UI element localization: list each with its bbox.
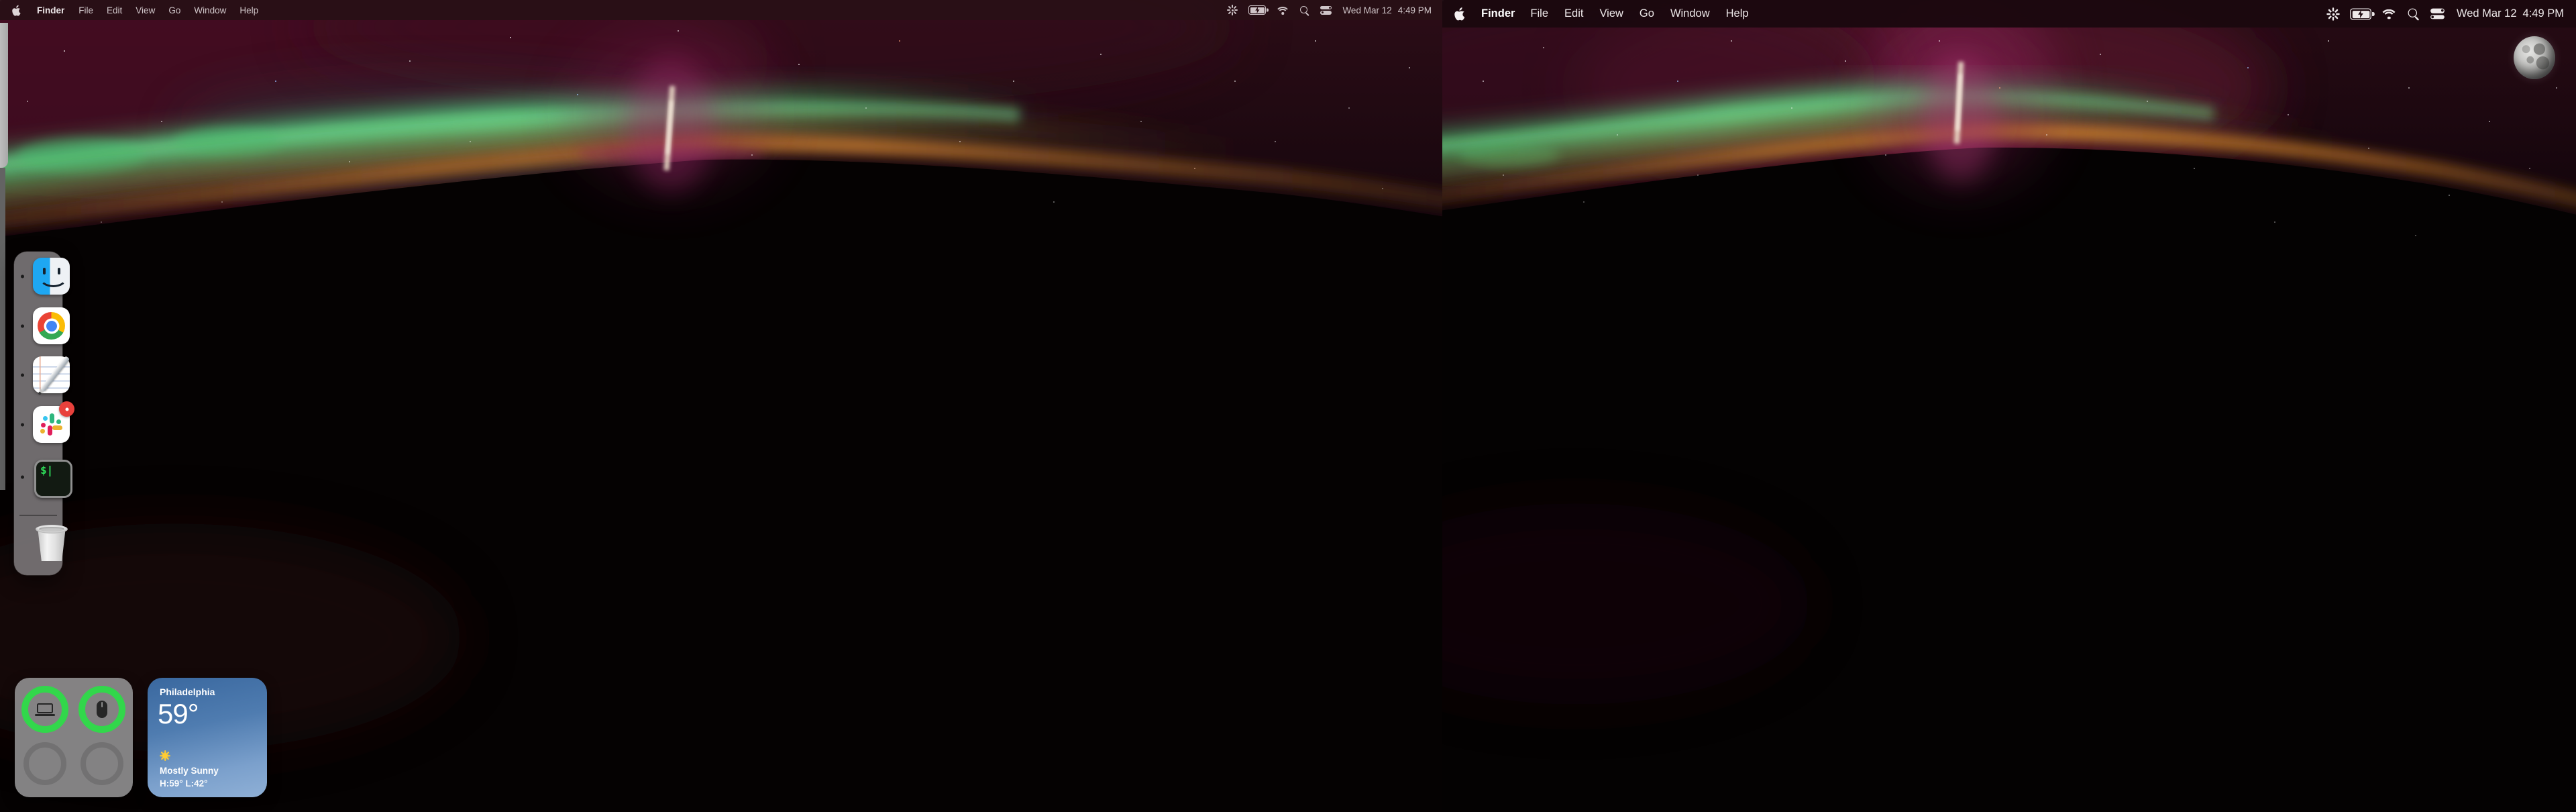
menu-item-file[interactable]: File bbox=[72, 5, 100, 15]
control-center-icon[interactable] bbox=[2430, 9, 2445, 19]
terminal-icon: $| bbox=[34, 460, 72, 498]
offscreen-window-edge[interactable] bbox=[0, 23, 8, 168]
clock-time: 4:49 PM bbox=[1398, 5, 1432, 15]
notification-badge bbox=[59, 401, 74, 417]
apple-menu[interactable] bbox=[1442, 0, 1474, 28]
control-center-icon[interactable] bbox=[1320, 6, 1332, 15]
menu-item-edit[interactable]: Edit bbox=[1556, 7, 1591, 20]
dock-item-slack[interactable] bbox=[33, 406, 70, 443]
dock-item-chrome[interactable] bbox=[33, 307, 70, 344]
laptop-icon bbox=[35, 703, 55, 716]
mouse-icon bbox=[97, 701, 107, 718]
menu-item-edit[interactable]: Edit bbox=[100, 5, 129, 15]
menu-bar-clock[interactable]: Wed Mar 12 4:49 PM bbox=[2450, 7, 2576, 20]
dock-item-trash[interactable] bbox=[33, 523, 70, 566]
menu-item-go[interactable]: Go bbox=[162, 5, 187, 15]
weather-temperature: 59° bbox=[158, 698, 199, 730]
search-icon[interactable] bbox=[2407, 7, 2419, 19]
chrome-icon bbox=[33, 307, 70, 344]
menu-item-help[interactable]: Help bbox=[233, 5, 265, 15]
weather-condition: Mostly Sunny bbox=[160, 766, 219, 776]
display-settings-icon[interactable] bbox=[1227, 5, 1238, 15]
running-indicator bbox=[21, 475, 24, 478]
clock-time: 4:49 PM bbox=[2523, 7, 2564, 20]
dock-item-textedit[interactable] bbox=[33, 356, 70, 393]
clock-date: Wed Mar 12 bbox=[1342, 5, 1391, 15]
menu-app-name[interactable]: Finder bbox=[30, 5, 72, 15]
wifi-icon[interactable] bbox=[2381, 9, 2396, 19]
offscreen-window-edge-lower[interactable] bbox=[0, 168, 5, 490]
weather-city: Philadelphia bbox=[160, 687, 215, 697]
battery-ring-empty bbox=[23, 742, 66, 785]
display-left: Finder FileEditViewGoWindowHelp Wed Mar … bbox=[0, 0, 1442, 812]
menu-bar-clock[interactable]: Wed Mar 12 4:49 PM bbox=[1337, 5, 1442, 15]
clock-date: Wed Mar 12 bbox=[2457, 7, 2517, 20]
menu-bar-left: Finder FileEditViewGoWindowHelp Wed Mar … bbox=[0, 0, 1442, 20]
trash-icon bbox=[33, 523, 70, 566]
running-indicator bbox=[21, 324, 24, 327]
menu-item-view[interactable]: View bbox=[1591, 7, 1631, 20]
menu-bar-right: Finder FileEditViewGoWindowHelp Wed Mar … bbox=[1442, 0, 2576, 28]
slack-icon bbox=[33, 406, 70, 443]
weather-widget[interactable]: Philadelphia 59° Mostly Sunny H:59° L:42… bbox=[148, 678, 267, 797]
dock: $| bbox=[14, 252, 62, 575]
running-indicator bbox=[21, 373, 24, 376]
wifi-icon[interactable] bbox=[1277, 6, 1289, 15]
running-indicator bbox=[21, 423, 24, 426]
menu-item-window[interactable]: Window bbox=[1662, 7, 1718, 20]
menu-item-go[interactable]: Go bbox=[1631, 7, 1662, 20]
aurora-wallpaper bbox=[1442, 0, 2576, 812]
menu-item-file[interactable]: File bbox=[1522, 7, 1556, 20]
battery-ring-empty bbox=[80, 742, 123, 785]
search-icon[interactable] bbox=[1299, 5, 1309, 15]
battery-ring-laptop bbox=[21, 686, 68, 733]
finder-icon bbox=[33, 258, 70, 295]
sun-icon bbox=[160, 750, 171, 762]
dock-item-finder[interactable] bbox=[33, 258, 70, 295]
battery-ring-mouse bbox=[78, 686, 125, 733]
battery-charging-icon[interactable] bbox=[2350, 8, 2371, 19]
weather-high-low: H:59° L:42° bbox=[160, 778, 208, 789]
battery-charging-icon[interactable] bbox=[1248, 5, 1266, 15]
display-settings-icon[interactable] bbox=[2326, 7, 2340, 21]
battery-widget[interactable] bbox=[15, 678, 133, 797]
dock-separator bbox=[19, 515, 57, 516]
apple-menu[interactable] bbox=[0, 0, 30, 20]
textedit-icon bbox=[33, 356, 70, 393]
dock-item-terminal[interactable]: $| bbox=[33, 458, 70, 495]
menu-item-window[interactable]: Window bbox=[187, 5, 233, 15]
display-right: Finder FileEditViewGoWindowHelp Wed Mar … bbox=[1442, 0, 2576, 812]
menu-app-name[interactable]: Finder bbox=[1474, 7, 1522, 20]
running-indicator bbox=[21, 274, 24, 278]
menu-item-view[interactable]: View bbox=[129, 5, 162, 15]
desktop: Finder FileEditViewGoWindowHelp Wed Mar … bbox=[0, 0, 2576, 812]
menu-item-help[interactable]: Help bbox=[1718, 7, 1757, 20]
moon-in-wallpaper bbox=[2514, 36, 2555, 79]
